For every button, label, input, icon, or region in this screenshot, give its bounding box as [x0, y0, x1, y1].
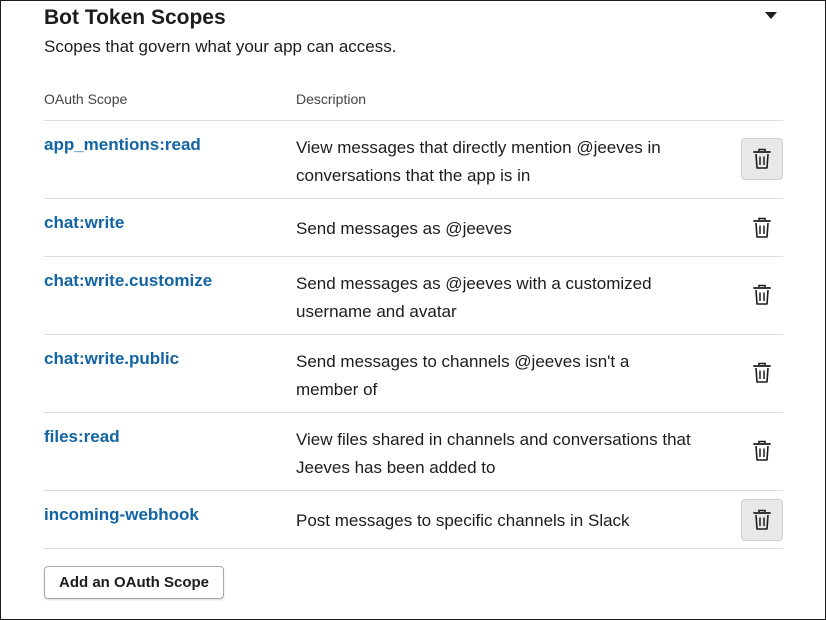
scope-description: Send messages as @jeeves: [296, 219, 512, 238]
section-header: Bot Token Scopes Scopes that govern what…: [44, 4, 784, 59]
table-row: chat:write Send messages as @jeeves: [44, 199, 783, 257]
table-row: app_mentions:read View messages that dir…: [44, 121, 783, 199]
delete-scope-button[interactable]: [741, 274, 783, 316]
table-row: chat:write.public Send messages to chann…: [44, 335, 783, 413]
scope-name[interactable]: incoming-webhook: [44, 505, 199, 525]
delete-scope-button[interactable]: [741, 138, 783, 180]
section-title: Bot Token Scopes: [44, 6, 226, 29]
scope-description: View messages that directly mention @jee…: [296, 138, 661, 185]
delete-scope-button[interactable]: [741, 499, 783, 541]
column-header-scope: OAuth Scope: [44, 91, 128, 107]
table-header: OAuth Scope Description: [44, 82, 783, 121]
scope-description: Post messages to specific channels in Sl…: [296, 511, 630, 530]
scope-name[interactable]: chat:write.customize: [44, 271, 212, 291]
table-row: incoming-webhook Post messages to specif…: [44, 491, 783, 549]
section-subtitle: Scopes that govern what your app can acc…: [44, 37, 397, 56]
caret-down-icon[interactable]: [765, 12, 777, 19]
scope-name[interactable]: chat:write.public: [44, 349, 179, 369]
scope-name[interactable]: chat:write: [44, 213, 124, 233]
table-row: files:read View files shared in channels…: [44, 413, 783, 491]
scope-description: Send messages to channels @jeeves isn't …: [296, 352, 630, 399]
trash-icon: [753, 509, 771, 530]
delete-scope-button[interactable]: [741, 207, 783, 249]
scope-description: View files shared in channels and conver…: [296, 430, 691, 477]
scope-name[interactable]: app_mentions:read: [44, 135, 201, 155]
add-oauth-scope-button[interactable]: Add an OAuth Scope: [44, 566, 224, 599]
trash-icon: [753, 148, 771, 169]
trash-icon: [753, 217, 771, 238]
delete-scope-button[interactable]: [741, 352, 783, 394]
delete-scope-button[interactable]: [741, 430, 783, 472]
scopes-table: OAuth Scope Description app_mentions:rea…: [44, 82, 783, 549]
trash-icon: [753, 440, 771, 461]
table-row: chat:write.customize Send messages as @j…: [44, 257, 783, 335]
column-header-description: Description: [296, 91, 367, 107]
trash-icon: [753, 362, 771, 383]
trash-icon: [753, 284, 771, 305]
scope-name[interactable]: files:read: [44, 427, 120, 447]
scope-description: Send messages as @jeeves with a customiz…: [296, 274, 652, 321]
